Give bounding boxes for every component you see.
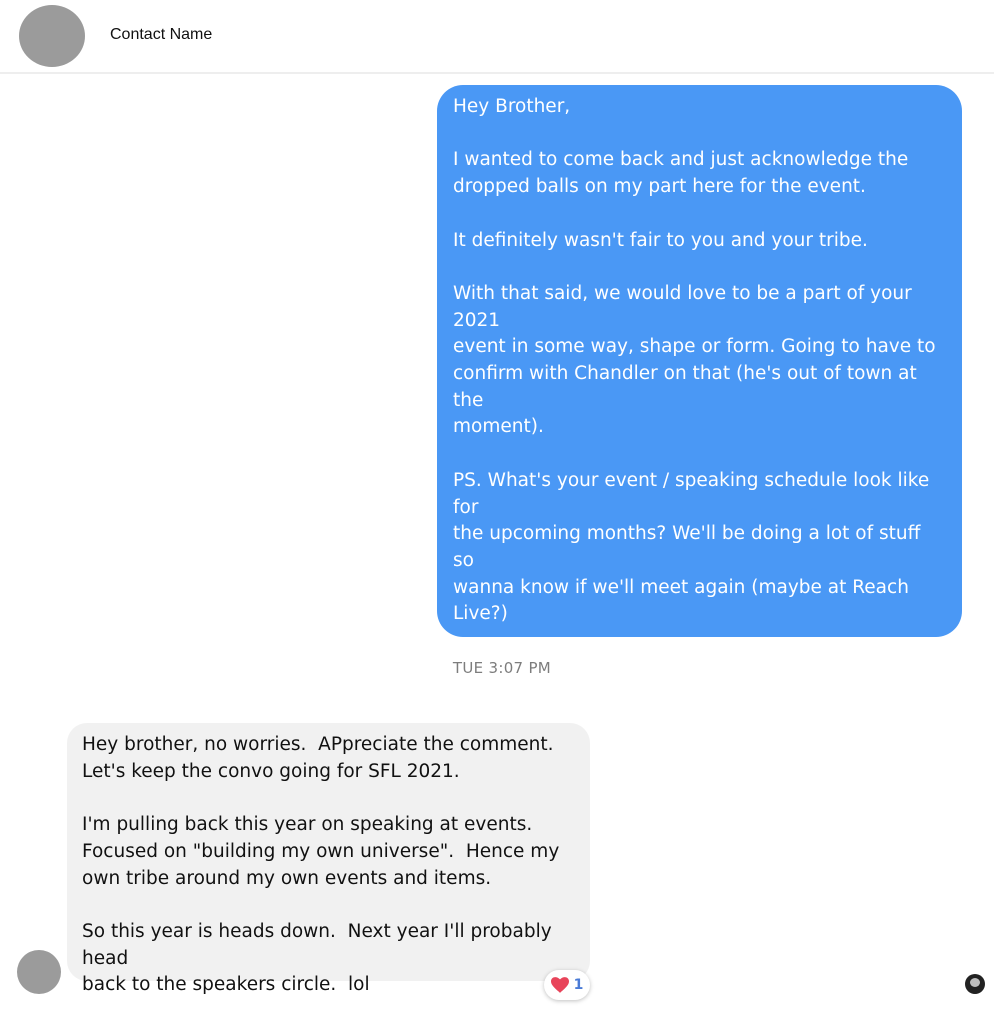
sender-avatar[interactable]	[17, 950, 61, 994]
reaction-count: 1	[573, 977, 584, 993]
message-reaction[interactable]: 1	[544, 970, 590, 1000]
message-timestamp: TUE 3:07 PM	[452, 659, 552, 677]
contact-name[interactable]: Contact Name	[110, 26, 212, 44]
read-receipt-avatar	[965, 974, 985, 994]
contact-avatar[interactable]	[19, 5, 85, 67]
heart-icon	[550, 977, 569, 993]
outgoing-message-bubble[interactable]: Hey Brother, I wanted to come back and j…	[437, 85, 962, 785]
conversation-header: Contact Name	[0, 0, 994, 74]
incoming-message-bubble[interactable]: Hey brother, no worries. APpreciate the …	[67, 723, 590, 995]
